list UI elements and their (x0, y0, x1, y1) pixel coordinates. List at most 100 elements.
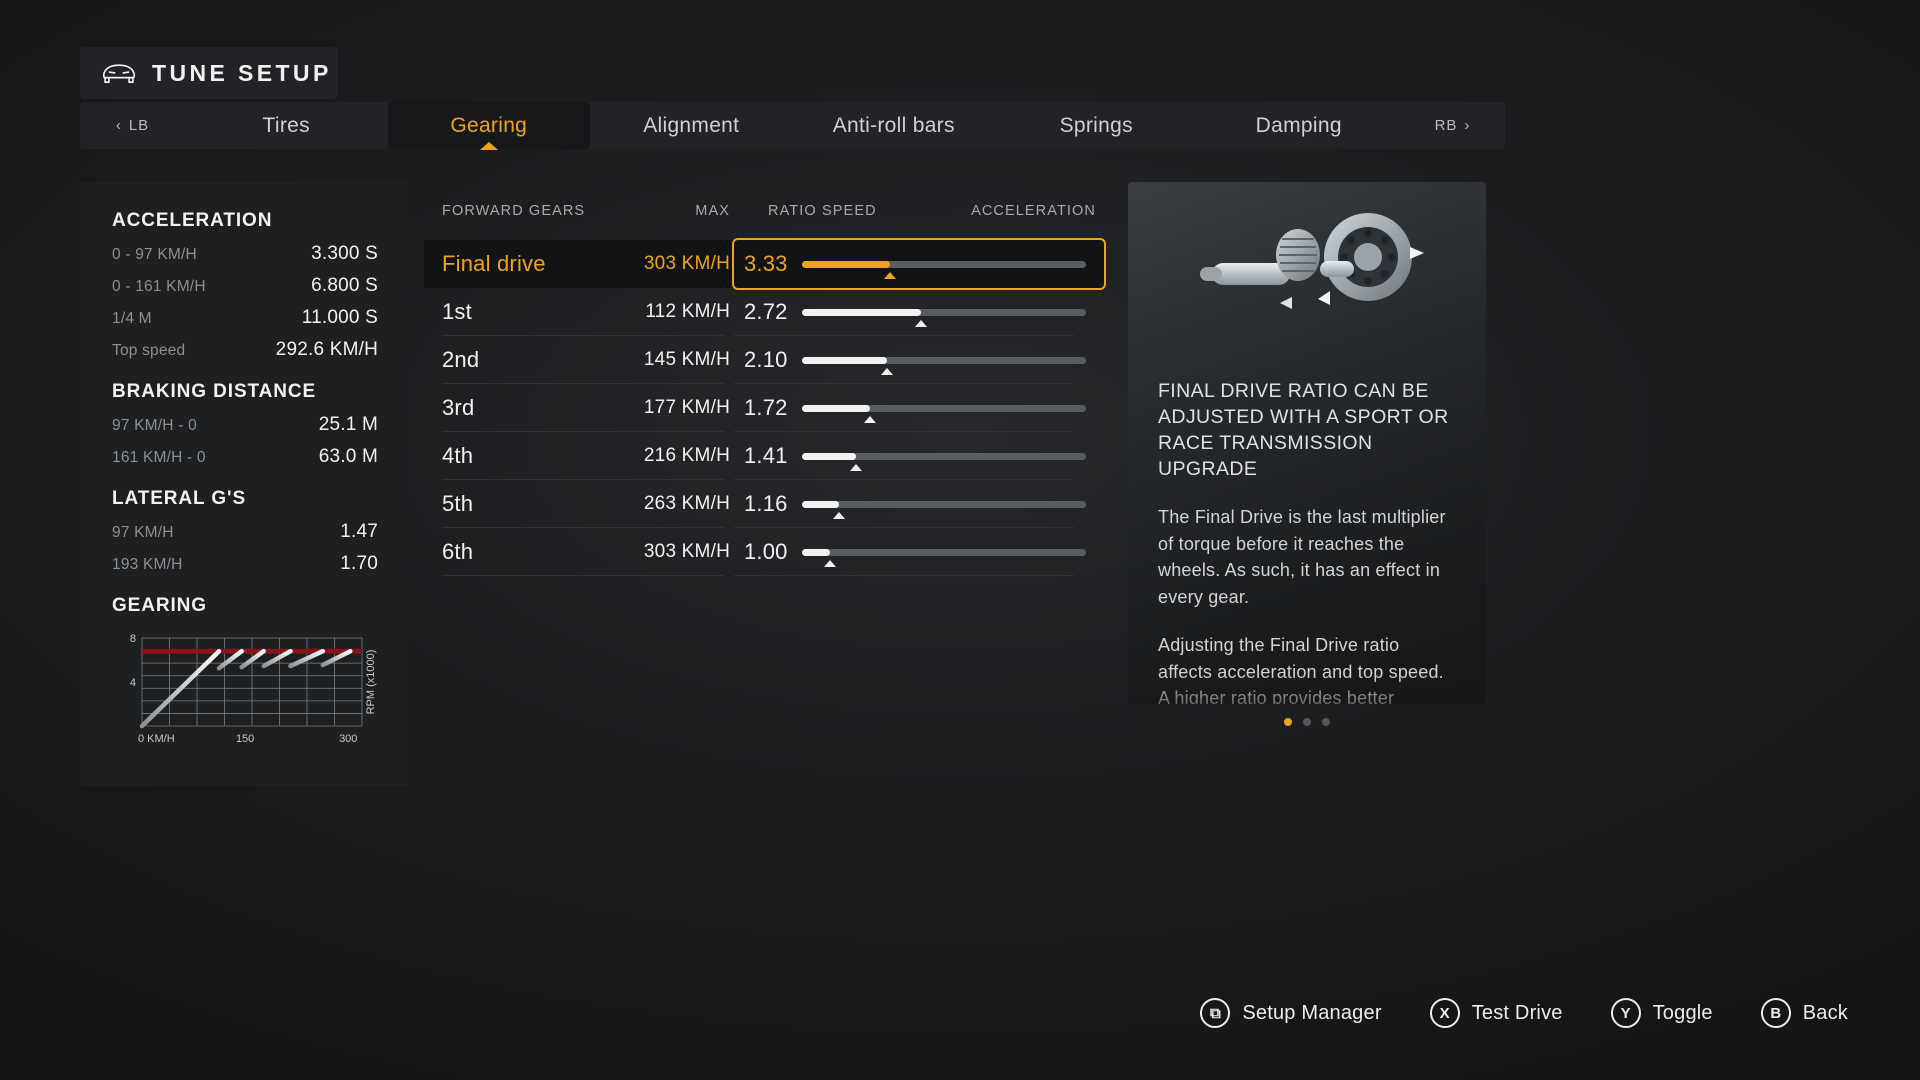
slider-knob[interactable] (849, 463, 862, 471)
slider-knob[interactable] (864, 415, 877, 423)
test-drive-label: Test Drive (1471, 1001, 1563, 1024)
gear-name: 5th (442, 491, 474, 516)
stat-label: 1/4 M (112, 310, 152, 327)
header-ratio: RATIO (768, 203, 817, 219)
chevron-right-icon: › (1464, 117, 1471, 134)
stats-heading-braking-distance: BRAKING DISTANCE (112, 381, 317, 402)
tab-next-rb[interactable]: RB › (1400, 102, 1505, 149)
gear-ratio-slider[interactable]: 1.00 (734, 528, 1104, 576)
gearing-chart: 4 8 0 KM/H 150 300 RPM (x1000) (112, 628, 378, 750)
info-paragraph-1: The Final Drive is the last multiplier o… (1158, 507, 1446, 607)
stat-label: 0 - 97 KM/H (112, 246, 197, 263)
page-dot-2[interactable] (1303, 718, 1311, 726)
stat-label: 193 KM/H (112, 556, 183, 573)
stat-row: 161 KM/H - 0 63.0 M (112, 446, 378, 468)
info-text: FINAL DRIVE RATIO CAN BE ADJUSTED WITH A… (1128, 378, 1486, 704)
slider-knob[interactable] (884, 271, 897, 279)
gear-ratio-value: 2.72 (744, 299, 788, 324)
gear-ratio-value: 2.10 (744, 347, 788, 372)
gear-max-speed: 112 KM/H (645, 301, 730, 322)
slider-knob[interactable] (832, 511, 845, 519)
gear-ratio-value: 1.72 (744, 395, 788, 420)
stats-heading-lateral-gs: LATERAL G'S (112, 488, 247, 509)
svg-text:8: 8 (130, 633, 136, 645)
tab-alignment[interactable]: Alignment (590, 102, 793, 149)
gear-row[interactable]: 1st 112 KM/H 2.72 (424, 288, 1104, 336)
stat-row: 97 KM/H - 0 25.1 M (112, 414, 378, 436)
stats-heading-acceleration: ACCELERATION (112, 210, 273, 231)
gear-name: 1st (442, 299, 472, 324)
gear-max-speed: 303 KM/H (643, 253, 730, 274)
gear-ratio-slider[interactable]: 2.72 (734, 288, 1104, 336)
gear-ratio-slider[interactable]: 1.41 (734, 432, 1104, 480)
gear-row[interactable]: Final drive 303 KM/H 3.33 (424, 238, 1106, 290)
stats-panel: ACCELERATION 0 - 97 KM/H 3.300 S 0 - 161… (80, 182, 408, 786)
active-tab-indicator (479, 142, 498, 150)
slider-track[interactable] (802, 260, 1086, 279)
slider-fill (802, 452, 856, 460)
slider-fill (802, 548, 831, 556)
setup-manager-label: Setup Manager (1242, 1001, 1382, 1024)
gear-ratio-value: 1.41 (744, 443, 788, 468)
svg-text:RPM (x1000): RPM (x1000) (365, 650, 377, 715)
stat-row: 0 - 161 KM/H 6.800 S (112, 275, 378, 297)
header-forward-gears: FORWARD GEARS (442, 203, 586, 219)
gear-ratio-slider[interactable]: 1.72 (734, 384, 1104, 432)
header-max: MAX (695, 203, 730, 219)
gear-row[interactable]: 6th 303 KM/H 1.00 (424, 528, 1104, 576)
stat-row: 97 KM/H 1.47 (112, 521, 378, 543)
button-b-icon: B (1760, 998, 1791, 1028)
svg-text:300: 300 (339, 733, 357, 745)
slider-track[interactable] (802, 452, 1086, 471)
gear-name: 2nd (442, 347, 480, 372)
gear-ratio-slider[interactable]: 2.10 (734, 336, 1104, 384)
test-drive-button[interactable]: X Test Drive (1429, 998, 1563, 1028)
stat-value: 25.1 M (318, 414, 378, 435)
slider-knob[interactable] (881, 367, 894, 375)
info-page-dots[interactable] (1128, 718, 1486, 726)
toggle-button[interactable]: Y Toggle (1610, 998, 1713, 1028)
gear-name: 3rd (442, 395, 475, 420)
svg-text:4: 4 (130, 677, 136, 689)
slider-track[interactable] (802, 548, 1086, 567)
page-dot-1[interactable] (1284, 718, 1292, 726)
stat-label: 97 KM/H - 0 (112, 417, 197, 434)
tab-tires[interactable]: Tires (185, 102, 388, 149)
back-button[interactable]: B Back (1760, 998, 1848, 1028)
page-dot-3[interactable] (1322, 718, 1330, 726)
gear-ratio-slider[interactable]: 3.33 (732, 238, 1106, 290)
stat-row: 0 - 97 KM/H 3.300 S (112, 243, 378, 265)
tab-gearing[interactable]: Gearing (387, 102, 590, 150)
gear-row[interactable]: 5th 263 KM/H 1.16 (424, 480, 1104, 528)
row-divider (442, 575, 724, 576)
tab-prev-lb[interactable]: ‹ LB (80, 102, 185, 149)
gear-row[interactable]: 3rd 177 KM/H 1.72 (424, 384, 1104, 432)
slider-fill (802, 404, 871, 412)
tab-damping[interactable]: Damping (1198, 102, 1401, 149)
gear-ratio-slider[interactable]: 1.16 (734, 480, 1104, 528)
setup-manager-button[interactable]: ⧉ Setup Manager (1200, 998, 1381, 1028)
stat-value: 63.0 M (318, 446, 378, 467)
gear-row[interactable]: 4th 216 KM/H 1.41 (424, 432, 1104, 480)
tab-anti-roll-bars[interactable]: Anti-roll bars (793, 102, 996, 149)
slider-track[interactable] (802, 356, 1086, 375)
stat-label: Top speed (112, 342, 186, 359)
gear-table: FORWARD GEARS MAX RATIO SPEED ACCELERATI… (424, 182, 1106, 576)
differential-gear-image (1128, 182, 1486, 378)
tab-springs[interactable]: Springs (995, 102, 1198, 149)
setup-manager-icon: ⧉ (1200, 998, 1231, 1028)
slider-knob[interactable] (915, 319, 928, 327)
slider-track[interactable] (802, 308, 1086, 327)
slider-track[interactable] (802, 404, 1086, 423)
slider-knob[interactable] (824, 559, 837, 567)
slider-fill (802, 500, 839, 508)
gear-table-header: FORWARD GEARS MAX RATIO SPEED ACCELERATI… (424, 182, 1104, 240)
gear-max-speed: 303 KM/H (643, 541, 730, 562)
svg-text:0 KM/H: 0 KM/H (138, 733, 175, 745)
slider-track[interactable] (802, 500, 1086, 519)
stats-heading-gearing: GEARING (112, 595, 207, 616)
stat-value: 11.000 S (301, 307, 378, 328)
stat-value: 3.300 S (311, 243, 378, 264)
page-header: TUNE SETUP (80, 47, 338, 99)
gear-row[interactable]: 2nd 145 KM/H 2.10 (424, 336, 1104, 384)
